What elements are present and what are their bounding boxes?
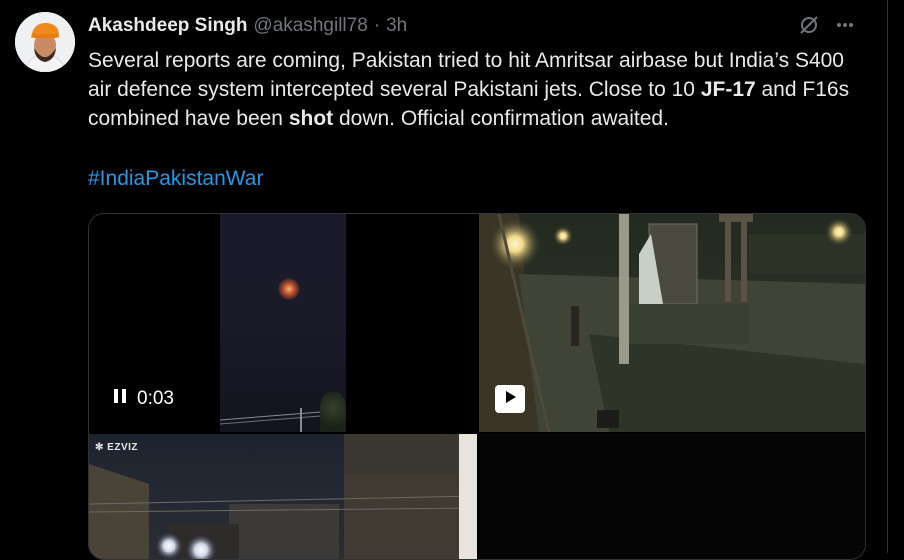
ezviz-logo-icon: ✻ <box>95 442 104 453</box>
column-divider <box>887 0 888 553</box>
ezviz-watermark: ✻ EZVIZ <box>95 442 138 453</box>
cctv-street-frame <box>479 214 865 432</box>
fireball-glow <box>278 278 300 300</box>
play-icon[interactable] <box>503 390 517 409</box>
video-timer: 0:03 <box>137 388 174 409</box>
ezviz-label: EZVIZ <box>107 442 139 453</box>
separator-dot: · <box>373 15 381 36</box>
avatar-image <box>15 12 75 72</box>
media-grid: 0:03 ✻ EZVIZ <box>88 213 866 560</box>
grok-icon[interactable] <box>798 14 820 36</box>
author-name[interactable]: Akashdeep Singh <box>88 15 247 37</box>
avatar[interactable] <box>15 12 75 72</box>
night-sky-frame <box>220 214 346 432</box>
cctv-rooftop-frame <box>89 434 477 559</box>
media-video-2[interactable] <box>479 214 865 432</box>
header-actions <box>798 14 856 36</box>
media-video-3[interactable]: ✻ EZVIZ <box>89 434 477 559</box>
tree-silhouette <box>320 392 346 432</box>
pause-icon[interactable] <box>113 388 127 410</box>
media-video-4[interactable] <box>479 434 865 559</box>
tweet-text-bold-jf17: JF-17 <box>700 78 756 101</box>
video-controls[interactable]: 0:03 <box>113 388 174 410</box>
author-handle[interactable]: @akashgill78 <box>253 15 367 37</box>
hashtag-link[interactable]: #IndiaPakistanWar <box>88 167 263 191</box>
play-button[interactable] <box>495 385 525 413</box>
tweet-text-bold-shot: shot <box>288 107 334 130</box>
tweet-text-part3: down. Official confirmation awaited. <box>333 107 669 130</box>
media-video-1[interactable]: 0:03 <box>89 214 477 432</box>
timestamp[interactable]: 3h <box>386 15 407 37</box>
more-icon[interactable] <box>834 14 856 36</box>
tweet-header: Akashdeep Singh @akashgill78 · 3h <box>88 14 407 38</box>
tweet-text: Several reports are coming, Pakistan tri… <box>88 46 872 133</box>
